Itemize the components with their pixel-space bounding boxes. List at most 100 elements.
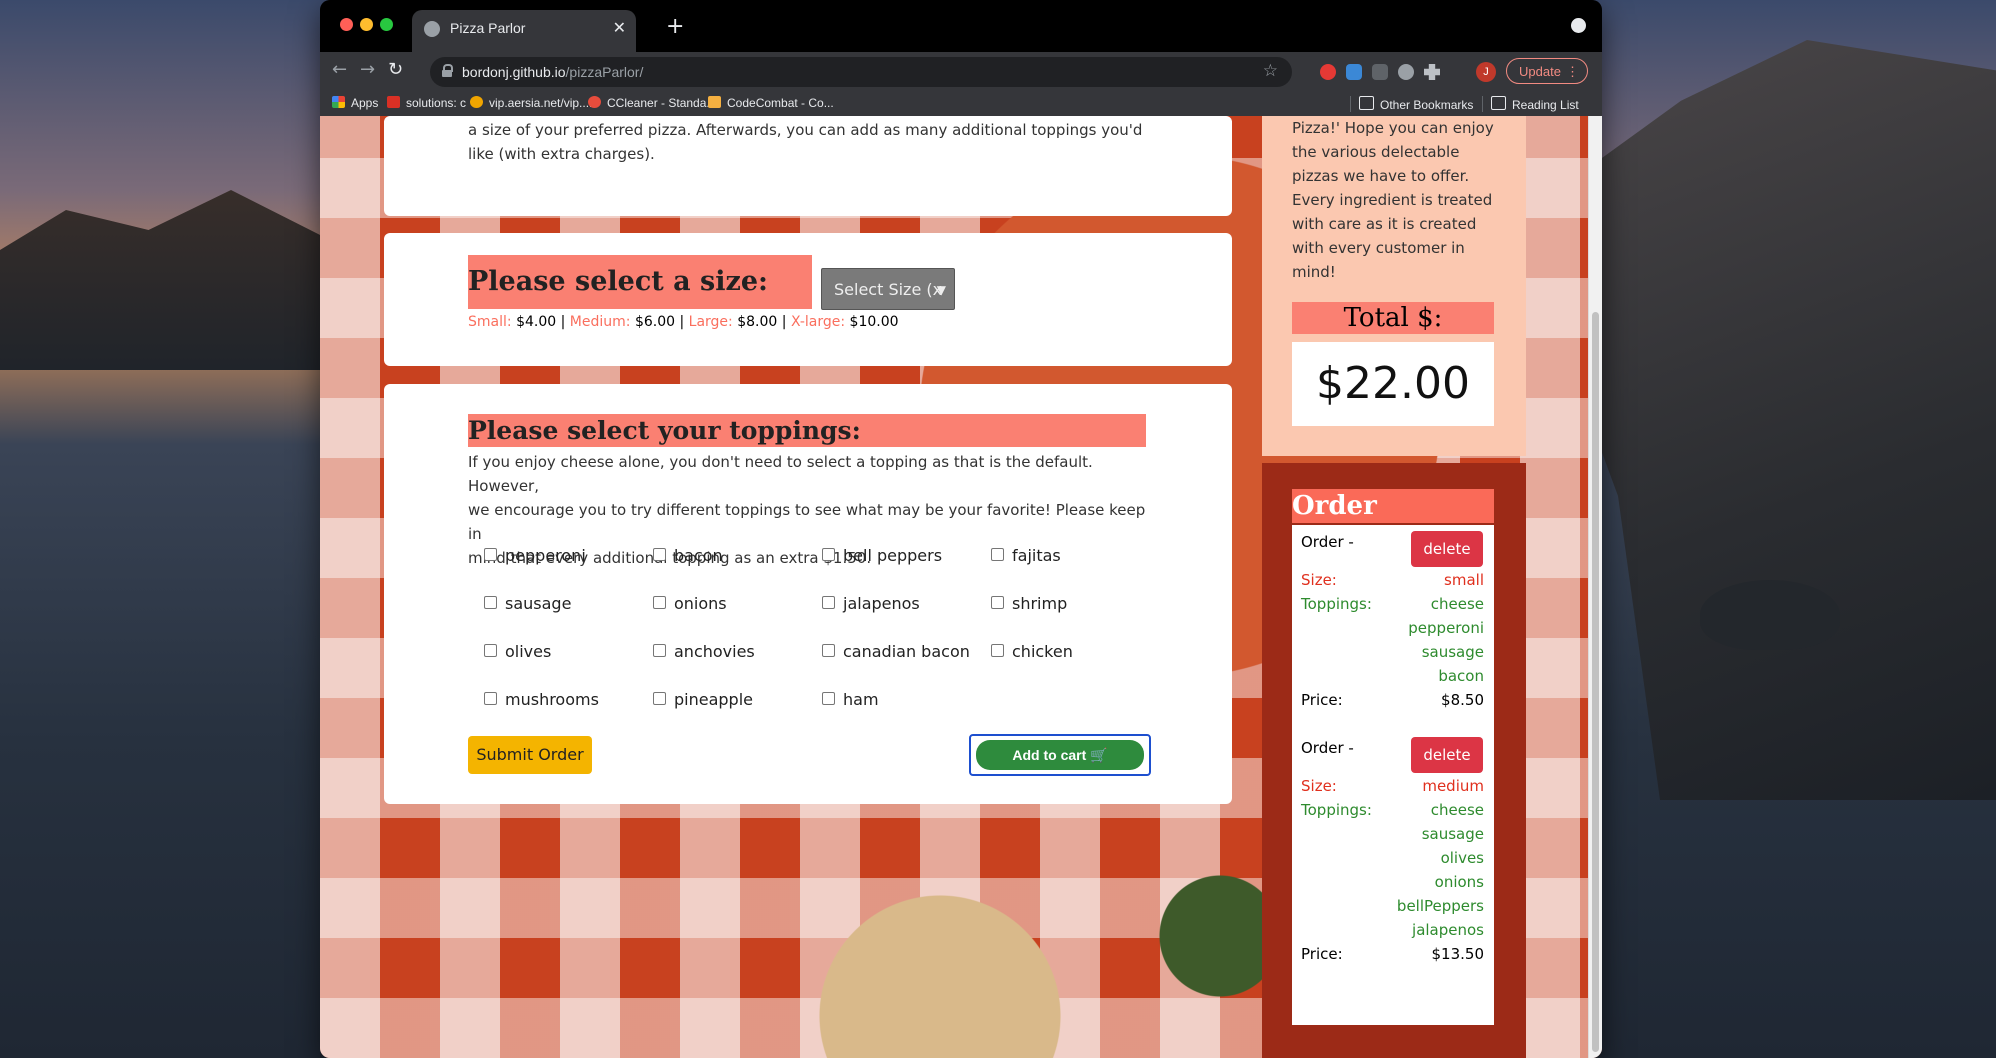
bookmark-star-icon[interactable]: ☆ xyxy=(1263,61,1278,81)
topping-canadian-bacon[interactable]: canadian bacon xyxy=(822,642,970,661)
tab-search-icon[interactable] xyxy=(1571,18,1586,33)
checkbox[interactable] xyxy=(822,548,835,561)
separator: | xyxy=(560,314,566,330)
checkbox[interactable] xyxy=(991,596,1004,609)
order-topping: cheese xyxy=(1430,801,1484,819)
order-title: Order - xyxy=(1301,739,1354,757)
topping-bacon[interactable]: bacon xyxy=(653,546,723,565)
order-topping: sausage xyxy=(1421,825,1484,843)
reload-icon[interactable]: ↻ xyxy=(388,59,403,80)
other-bookmarks[interactable]: Other Bookmarks xyxy=(1350,96,1473,112)
ccleaner-icon xyxy=(588,96,601,108)
order-topping: bellPeppers xyxy=(1396,897,1484,915)
intro-card: a size of your preferred pizza. Afterwar… xyxy=(384,116,1232,216)
total-label: Total $: xyxy=(1292,302,1494,334)
checkbox[interactable] xyxy=(653,596,666,609)
intro-text: a size of your preferred pizza. Afterwar… xyxy=(468,121,1143,163)
add-to-cart-button[interactable]: Add to cart 🛒 xyxy=(976,740,1144,770)
apps-grid-icon xyxy=(332,96,345,108)
checkbox[interactable] xyxy=(653,548,666,561)
toppings-label: Toppings: xyxy=(1301,801,1372,819)
extension-icon[interactable] xyxy=(1320,64,1336,80)
desktop-rock xyxy=(1700,580,1840,650)
desktop-mountain-right xyxy=(1576,40,1996,800)
topping-shrimp[interactable]: shrimp xyxy=(991,594,1067,613)
more-vert-icon[interactable]: ⋮ xyxy=(1566,59,1579,85)
checkbox[interactable] xyxy=(822,692,835,705)
update-button[interactable]: Update ⋮ xyxy=(1506,58,1588,84)
folder-icon xyxy=(1359,96,1374,110)
tab-pizza-parlor[interactable]: Pizza Parlor ✕ xyxy=(412,10,636,52)
toppings-card: Please select your toppings: If you enjo… xyxy=(384,384,1232,804)
reading-list[interactable]: Reading List xyxy=(1482,96,1579,112)
checkbox[interactable] xyxy=(822,596,835,609)
topping-ham[interactable]: ham xyxy=(822,690,879,709)
puzzle-icon[interactable] xyxy=(1424,64,1440,80)
add-to-cart-focus-ring: Add to cart 🛒 xyxy=(969,734,1151,776)
size-label: Size: xyxy=(1301,777,1337,795)
page-scrollbar[interactable] xyxy=(1588,116,1602,1058)
size-select[interactable]: Select Size (x ▼ xyxy=(821,268,955,310)
checkbox[interactable] xyxy=(484,644,497,657)
order-title: Order - xyxy=(1301,533,1354,551)
checkbox[interactable] xyxy=(991,644,1004,657)
checkbox[interactable] xyxy=(653,692,666,705)
topping-pineapple[interactable]: pineapple xyxy=(653,690,753,709)
topping-jalapenos[interactable]: jalapenos xyxy=(822,594,920,613)
order-topping: onions xyxy=(1434,873,1484,891)
small-price: $4.00 xyxy=(516,314,557,330)
topping-sausage[interactable]: sausage xyxy=(484,594,571,613)
bookmark-gmail[interactable]: solutions: c xyxy=(387,96,466,110)
new-tab-button[interactable]: + xyxy=(666,14,684,39)
order-topping: pepperoni xyxy=(1408,619,1484,637)
address-bar[interactable]: bordonj.github.io/pizzaParlor/ ☆ xyxy=(430,57,1292,87)
browser-window: Pizza Parlor ✕ + ← → ↻ bordonj.github.io… xyxy=(320,0,1602,1058)
profile-avatar[interactable]: J xyxy=(1476,62,1496,82)
large-price: $8.00 xyxy=(737,314,778,330)
topping-onions[interactable]: onions xyxy=(653,594,727,613)
reading-list-icon xyxy=(1491,96,1506,110)
checkbox[interactable] xyxy=(484,692,497,705)
vip-icon xyxy=(470,96,483,108)
topping-bell-peppers[interactable]: bell peppers xyxy=(822,546,942,565)
close-tab-icon[interactable]: ✕ xyxy=(613,18,626,37)
browser-toolbar: ← → ↻ bordonj.github.io/pizzaParlor/ ☆ J… xyxy=(320,52,1602,92)
size-heading: Please select a size: xyxy=(468,255,812,309)
separator: | xyxy=(781,314,787,330)
scrollbar-thumb[interactable] xyxy=(1592,312,1599,1052)
extension-icon[interactable] xyxy=(1398,64,1414,80)
topping-anchovies[interactable]: anchovies xyxy=(653,642,755,661)
extension-icon[interactable] xyxy=(1372,64,1388,80)
topping-olives[interactable]: olives xyxy=(484,642,551,661)
checkbox[interactable] xyxy=(991,548,1004,561)
topping-chicken[interactable]: chicken xyxy=(991,642,1073,661)
welcome-text: Pizza!' Hope you can enjoy the various d… xyxy=(1292,119,1494,281)
bookmark-vip[interactable]: vip.aersia.net/vip.... xyxy=(470,96,592,110)
topping-fajitas[interactable]: fajitas xyxy=(991,546,1061,565)
extension-icon[interactable] xyxy=(1346,64,1362,80)
order-list: Order - delete Size: small Toppings: che… xyxy=(1292,525,1494,1025)
submit-order-button[interactable]: Submit Order xyxy=(468,736,592,774)
checkbox[interactable] xyxy=(484,548,497,561)
checkbox[interactable] xyxy=(484,596,497,609)
topping-pepperoni[interactable]: pepperoni xyxy=(484,546,586,565)
bookmark-apps[interactable]: Apps xyxy=(332,96,378,110)
back-arrow-icon[interactable]: ← xyxy=(332,59,347,80)
close-window-button[interactable] xyxy=(340,18,353,31)
checkbox[interactable] xyxy=(653,644,666,657)
topping-mushrooms[interactable]: mushrooms xyxy=(484,690,599,709)
delete-order-button[interactable]: delete xyxy=(1411,531,1483,567)
delete-order-button[interactable]: delete xyxy=(1411,737,1483,773)
large-label: Large: xyxy=(688,314,733,330)
tab-title: Pizza Parlor xyxy=(450,20,526,36)
order-topping: olives xyxy=(1440,849,1484,867)
medium-price: $6.00 xyxy=(634,314,676,330)
forward-arrow-icon[interactable]: → xyxy=(360,59,375,80)
minimize-window-button[interactable] xyxy=(360,18,373,31)
zoom-window-button[interactable] xyxy=(380,18,393,31)
price-label: Price: xyxy=(1301,945,1343,963)
toppings-label: Toppings: xyxy=(1301,595,1372,613)
bookmark-ccleaner[interactable]: CCleaner - Standa... xyxy=(588,96,716,110)
bookmark-codecombat[interactable]: CodeCombat - Co... xyxy=(708,96,834,110)
checkbox[interactable] xyxy=(822,644,835,657)
